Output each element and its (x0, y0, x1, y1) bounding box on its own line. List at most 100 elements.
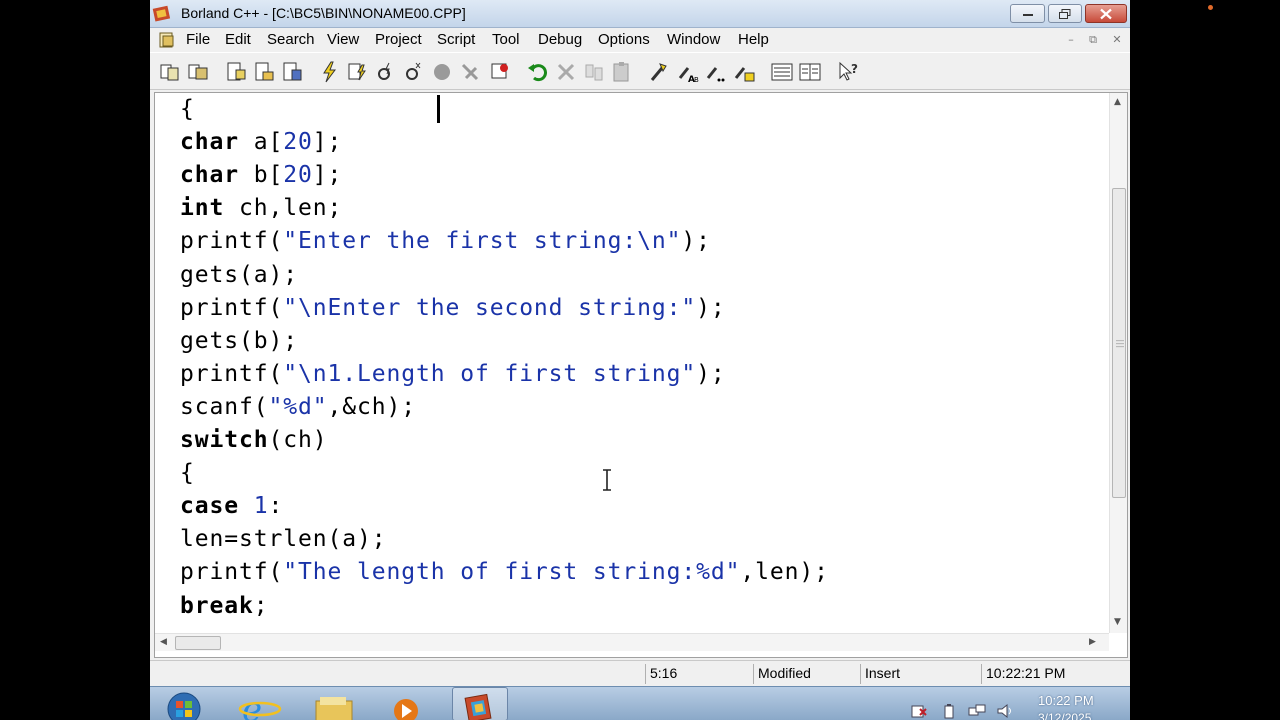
menu-tool[interactable]: Tool (492, 31, 520, 48)
title-bar[interactable]: Borland C++ - [C:\BC5\BIN\NONAME00.CPP] (150, 0, 1130, 28)
code-text: ]; (312, 129, 343, 156)
paste-icon[interactable] (610, 60, 634, 84)
menu-file[interactable]: File (186, 31, 210, 48)
code-text: gets(b); (180, 327, 298, 354)
borland-app-icon[interactable] (152, 4, 172, 24)
code-keyword: case (180, 493, 239, 520)
mdi-restore-button[interactable]: ⧉ (1084, 33, 1102, 48)
code-text: len=strlen(a); (180, 526, 387, 553)
restore-button[interactable] (1048, 4, 1082, 23)
menu-options[interactable]: Options (598, 31, 650, 48)
status-divider (860, 664, 861, 684)
undo-icon[interactable] (526, 60, 550, 84)
code-line[interactable]: break; (180, 591, 269, 621)
borland-cpp-icon[interactable] (452, 687, 508, 720)
code-text: ); (681, 228, 711, 255)
scroll-right-icon[interactable]: ▶ (1089, 637, 1096, 647)
code-line[interactable]: printf("\nEnter the second string:"); (180, 293, 726, 323)
volume-icon[interactable] (996, 703, 1014, 719)
code-editor[interactable]: {char a[20]; char b[20]; int ch,len; printf… (154, 92, 1128, 658)
code-string: "\nEnter the second string:" (283, 294, 697, 321)
code-text: a[ (239, 129, 284, 156)
battery-icon[interactable] (940, 703, 958, 719)
status-bar: 5:16 Modified Insert 10:22:21 PM (150, 660, 1130, 686)
code-line[interactable]: gets(a); (180, 260, 298, 290)
svg-text:?: ? (851, 62, 858, 76)
code-line[interactable]: len=strlen(a); (180, 524, 386, 554)
make-icon[interactable] (318, 60, 342, 84)
code-line[interactable]: { (180, 458, 195, 488)
menu-project[interactable]: Project (375, 31, 422, 48)
help-pointer-icon[interactable]: ? (836, 60, 860, 84)
menu-edit[interactable]: Edit (225, 31, 251, 48)
run-icon[interactable] (374, 60, 398, 84)
code-text: printf( (180, 228, 284, 255)
borland-window: Borland C++ - [C:\BC5\BIN\NONAME00.CPP] … (150, 0, 1130, 720)
menu-search[interactable]: Search (267, 31, 315, 48)
mdi-minimize-button[interactable]: – (1062, 33, 1080, 48)
new-file-icon[interactable] (224, 60, 248, 84)
stop-icon[interactable] (430, 60, 454, 84)
go-to-line-icon[interactable] (732, 60, 756, 84)
code-line[interactable]: printf("The length of first string:%d",l… (180, 557, 829, 587)
code-line[interactable]: gets(b); (180, 326, 298, 356)
code-line[interactable]: char b[20]; (180, 160, 342, 190)
action-center-icon[interactable] (910, 703, 928, 719)
view-classes-icon[interactable] (770, 60, 794, 84)
internet-explorer-icon[interactable]: e (232, 687, 288, 720)
vertical-scroll-thumb[interactable]: — — — (1112, 188, 1126, 498)
code-line[interactable]: printf("Enter the first string:\n"); (180, 226, 711, 256)
scroll-down-icon[interactable]: ▼ (1114, 617, 1121, 627)
code-string: "\n1.Length of first string" (283, 360, 697, 387)
open-file-icon[interactable] (252, 60, 276, 84)
code-string: "The length of first string:%d" (283, 559, 741, 586)
code-line[interactable]: int ch,len; (180, 193, 342, 223)
build-icon[interactable] (346, 60, 370, 84)
search-next-icon[interactable] (704, 60, 728, 84)
code-text: : (268, 493, 284, 520)
minimize-button[interactable] (1010, 4, 1045, 23)
scroll-left-icon[interactable]: ◀ (160, 637, 167, 647)
horizontal-scrollbar[interactable]: ◀ ▶ (155, 633, 1109, 651)
find-icon[interactable] (648, 60, 672, 84)
close-button[interactable] (1085, 4, 1127, 23)
taskbar-date[interactable]: 3/12/2025 (1038, 711, 1091, 720)
open-project-icon[interactable] (186, 60, 210, 84)
code-line[interactable]: { (180, 94, 195, 124)
copy-icon[interactable] (582, 60, 606, 84)
code-text: b[ (239, 162, 284, 189)
step-icon[interactable] (402, 60, 426, 84)
document-icon[interactable] (158, 31, 176, 49)
file-explorer-icon[interactable] (308, 687, 364, 720)
menu-debug[interactable]: Debug (538, 31, 582, 48)
code-line[interactable]: scanf("%d",&ch); (180, 392, 416, 422)
menu-window[interactable]: Window (667, 31, 720, 48)
close-icon (1100, 8, 1112, 19)
menu-script[interactable]: Script (437, 31, 475, 48)
view-project-icon[interactable] (798, 60, 822, 84)
code-line[interactable]: printf("\n1.Length of first string"); (180, 359, 726, 389)
code-line[interactable]: char a[20]; (180, 127, 342, 157)
network-icon[interactable] (968, 703, 986, 719)
modified-indicator: Modified (758, 665, 811, 681)
i-beam-cursor-icon (603, 469, 611, 491)
new-project-icon[interactable] (158, 60, 182, 84)
grip-icon: — — — (1116, 336, 1124, 351)
save-file-icon[interactable] (280, 60, 304, 84)
cut-icon[interactable] (554, 60, 578, 84)
start-orb-icon[interactable] (154, 687, 210, 720)
horizontal-scroll-thumb[interactable] (175, 636, 221, 650)
menu-help[interactable]: Help (738, 31, 769, 48)
vertical-scrollbar[interactable]: ▲ — — — ▼ (1109, 93, 1127, 633)
scroll-up-icon[interactable]: ▲ (1114, 97, 1121, 107)
code-line[interactable]: switch(ch) (180, 425, 327, 455)
media-player-icon[interactable] (384, 687, 440, 720)
replace-icon[interactable]: AB (676, 60, 700, 84)
mdi-close-button[interactable]: ✕ (1108, 33, 1126, 48)
pause-icon[interactable] (458, 60, 482, 84)
breakpoint-icon[interactable] (488, 60, 512, 84)
menu-view[interactable]: View (327, 31, 359, 48)
code-line[interactable]: case 1: (180, 491, 283, 521)
taskbar-clock[interactable]: 10:22 PM (1038, 693, 1094, 708)
code-text: (ch) (268, 427, 328, 453)
